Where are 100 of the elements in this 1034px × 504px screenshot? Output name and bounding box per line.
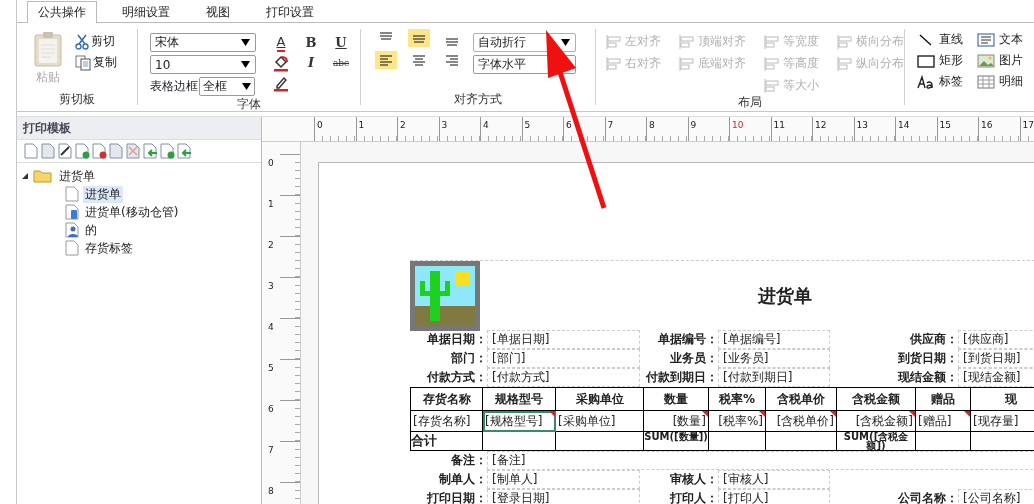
- field-label: 供应商：: [909, 331, 958, 348]
- group-label: 对齐方式: [453, 91, 503, 108]
- font-color-button[interactable]: A: [276, 34, 286, 52]
- table-cell: SUM([含税金额]): [837, 432, 916, 451]
- layout-icon: [764, 55, 780, 72]
- table-cell: [采购单位]: [556, 411, 644, 432]
- report-title: 进货单: [757, 283, 813, 308]
- ruler-number: 8: [267, 486, 274, 496]
- border-select[interactable]: 全框: [199, 77, 255, 96]
- ribbon-button[interactable]: 剪切: [75, 33, 117, 50]
- tree-item[interactable]: 进货单: [83, 185, 123, 203]
- ruler-number: 15: [938, 120, 951, 130]
- text-field[interactable]: [登录日期]: [487, 489, 640, 504]
- text-field[interactable]: [付款方式]: [487, 368, 640, 387]
- group-label: 剪切板: [58, 91, 96, 108]
- align-lines-icon[interactable]: [375, 51, 397, 69]
- field-label: 制单人：: [438, 471, 487, 488]
- table-cell: [税率%]: [709, 411, 766, 432]
- column-header: 含税金额: [837, 388, 916, 411]
- field-label: 部门：: [450, 350, 487, 367]
- font-family-select[interactable]: 宋体: [150, 33, 256, 52]
- insert-button[interactable]: 矩形: [917, 52, 963, 69]
- grid-icon: [977, 73, 995, 90]
- text-field[interactable]: [备注]: [487, 451, 1034, 470]
- tree-item[interactable]: 存货标签: [83, 239, 135, 257]
- text-field[interactable]: [审核人]: [718, 470, 830, 489]
- ruler-number: 9: [689, 120, 697, 130]
- text-field[interactable]: [部门]: [487, 349, 640, 368]
- tree-item[interactable]: 进货单: [57, 167, 97, 185]
- column-header: 含税单价: [766, 388, 837, 411]
- layout-icon: [837, 55, 853, 72]
- tree-item[interactable]: 进货单(移动仓管): [83, 203, 181, 221]
- field-label: 审核人：: [669, 471, 718, 488]
- table-cell: [赠品]: [916, 411, 971, 432]
- insert-button[interactable]: 文本: [977, 31, 1023, 48]
- cactus-picture: [410, 260, 480, 331]
- text-field[interactable]: [到货日期]: [958, 349, 1034, 368]
- field-label: 付款到期日：: [644, 369, 718, 386]
- insert-button[interactable]: 标签: [917, 73, 963, 90]
- layout-icon: [679, 33, 695, 50]
- strikethrough-button[interactable]: abc: [332, 55, 350, 71]
- pen-icon[interactable]: [272, 74, 290, 92]
- select-value: 自动折行: [478, 34, 526, 51]
- ruler-number: 4: [267, 322, 274, 332]
- layout-icon: [764, 33, 780, 50]
- ribbon-tab[interactable]: 公共操作: [27, 1, 97, 23]
- ruler-number: 14: [897, 120, 910, 130]
- ruler-number: 10: [731, 120, 744, 130]
- bold-button[interactable]: B: [305, 35, 317, 51]
- field-label: 现结金额：: [896, 369, 958, 386]
- text-field[interactable]: [业务员]: [718, 349, 830, 368]
- text-field[interactable]: [付款到期日]: [718, 368, 830, 387]
- layout-icon: [606, 55, 622, 72]
- label-icon: [917, 73, 935, 90]
- text-field[interactable]: [打印人]: [718, 489, 830, 504]
- ruler-number: 6: [565, 120, 572, 130]
- underline-button[interactable]: U: [335, 35, 347, 51]
- text-field[interactable]: [公司名称]: [958, 489, 1034, 504]
- group-label: 布局: [737, 94, 763, 111]
- ribbon-tab[interactable]: 打印设置: [255, 1, 325, 23]
- column-header: 数量: [644, 388, 709, 411]
- column-header: 赠品: [916, 388, 971, 411]
- font-size-select[interactable]: 10: [150, 55, 256, 74]
- panel-title: 打印模板: [17, 117, 261, 140]
- text-field[interactable]: [单据编号]: [718, 330, 830, 349]
- select-value: 10: [155, 57, 171, 72]
- italic-button[interactable]: I: [307, 55, 315, 71]
- folder-icon: [33, 169, 53, 183]
- text-field[interactable]: [供应商]: [958, 330, 1034, 349]
- text-field[interactable]: [单据日期]: [487, 330, 640, 349]
- expand-toggle-icon[interactable]: [21, 172, 29, 180]
- caret-icon: [241, 39, 250, 46]
- align-lines-icon[interactable]: [408, 29, 430, 47]
- table-cell: 合计: [411, 432, 483, 451]
- ruler-number: 7: [267, 445, 274, 455]
- ruler-number: 7: [606, 120, 614, 130]
- ribbon-tab[interactable]: 视图: [195, 1, 241, 23]
- ribbon-tab[interactable]: 明细设置: [111, 1, 181, 23]
- insert-button[interactable]: 图片: [977, 52, 1023, 69]
- picture-icon: [977, 52, 995, 69]
- insert-button[interactable]: 直线: [917, 31, 963, 48]
- rectangle-icon: [917, 52, 935, 69]
- insert-button[interactable]: 明细: [977, 73, 1023, 90]
- table-cell: [含税金额]: [837, 411, 916, 432]
- ruler-number: 1: [267, 199, 274, 209]
- ribbon-button[interactable]: 复制: [75, 54, 117, 71]
- field-label: 公司名称：: [897, 490, 958, 504]
- text-field[interactable]: [制单人]: [487, 470, 640, 489]
- ruler-number: 6: [267, 404, 274, 414]
- ruler-number: 17: [1021, 120, 1034, 130]
- text-field[interactable]: [现结金额]: [958, 368, 1034, 387]
- tree-item[interactable]: 的: [83, 221, 99, 239]
- page-icon: [65, 186, 79, 202]
- table-cell: [含税单价]: [766, 411, 837, 432]
- field-label: 单据日期：: [426, 331, 487, 348]
- fill-color-icon[interactable]: [272, 54, 290, 72]
- layout-icon: [837, 33, 853, 50]
- wrap-select[interactable]: 自动折行: [473, 33, 576, 52]
- person-icon: [65, 222, 79, 238]
- toolbar-icon[interactable]: [57, 143, 73, 159]
